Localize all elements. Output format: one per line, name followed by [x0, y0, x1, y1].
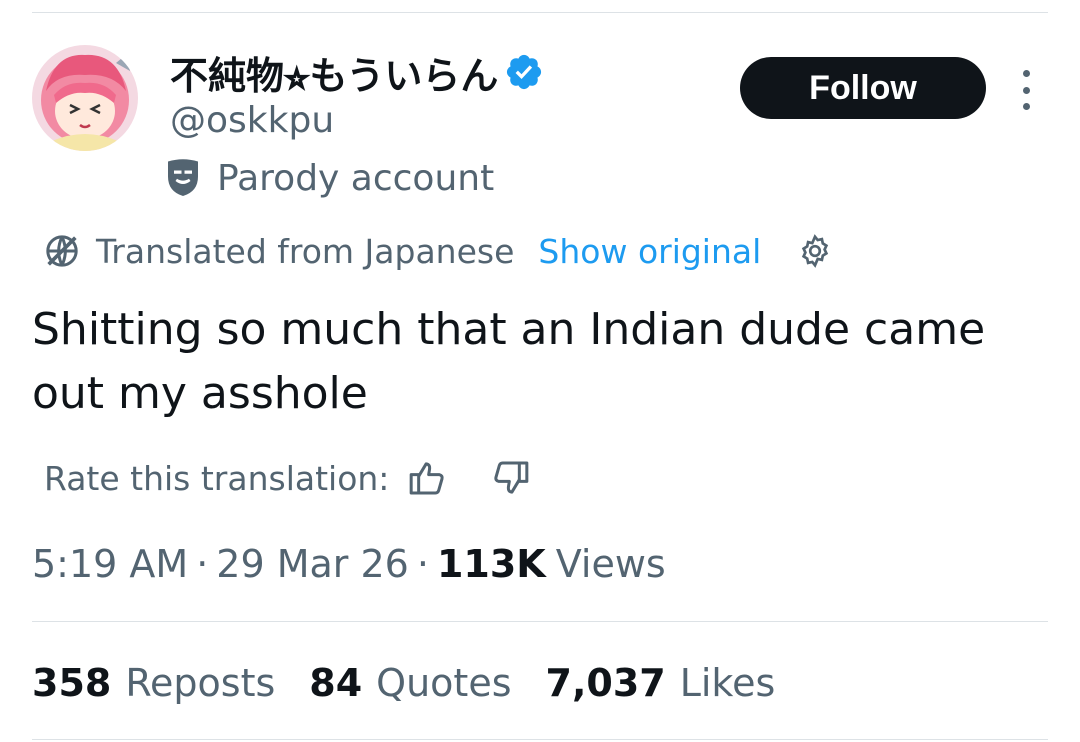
likes-label: Likes [679, 661, 776, 705]
avatar[interactable] [32, 45, 138, 151]
tweet-metadata: 5:19 AM · 29 Mar 26 · 113K Views [32, 538, 666, 590]
bottom-divider [32, 739, 1048, 740]
likes-count: 7,037 [545, 661, 666, 705]
author-handle[interactable]: @oskkpu [170, 100, 334, 141]
tweet-text: Shitting so much that an Indian dude cam… [32, 304, 986, 419]
engagement-stats: 358 Reposts 84 Quotes 7,037 Likes [32, 656, 809, 710]
quotes-label: Quotes [376, 661, 512, 705]
tweet-date[interactable]: 29 Mar 26 [216, 542, 409, 586]
meta-separator: · [196, 542, 209, 586]
thumbs-down-icon[interactable] [491, 458, 531, 498]
reposts-label: Reposts [125, 661, 276, 705]
reposts-stat[interactable]: 358 Reposts [32, 661, 275, 705]
quotes-count: 84 [309, 661, 363, 705]
parody-badge: Parody account [165, 152, 494, 204]
display-name-text[interactable]: 不純物⭐︎もういらん [170, 45, 498, 100]
stats-divider [32, 621, 1048, 622]
show-original-link[interactable]: Show original [538, 232, 761, 271]
views-label: Views [555, 542, 666, 586]
follow-button[interactable]: Follow [740, 57, 986, 119]
more-options-icon[interactable] [1014, 70, 1038, 110]
translation-notice: Translated from Japanese Show original [42, 225, 833, 277]
rate-translation: Rate this translation: [44, 452, 531, 504]
verified-badge-icon [507, 54, 542, 90]
globe-slash-icon [46, 235, 78, 267]
theater-mask-icon [168, 159, 198, 196]
thumbs-up-icon[interactable] [407, 458, 447, 498]
author-display-name[interactable]: 不純物⭐︎もういらん [170, 46, 544, 98]
tweet-time[interactable]: 5:19 AM [32, 542, 188, 586]
top-divider [32, 12, 1048, 13]
avatar-image [32, 45, 138, 151]
rate-translation-label: Rate this translation: [44, 458, 390, 498]
reposts-count: 358 [32, 661, 112, 705]
likes-stat[interactable]: 7,037 Likes [546, 661, 776, 705]
views-count: 113K [436, 542, 546, 586]
meta-separator: · [416, 542, 429, 586]
translated-from-label: Translated from Japanese [96, 231, 515, 271]
gear-icon[interactable] [797, 233, 833, 269]
quotes-stat[interactable]: 84 Quotes [309, 661, 511, 705]
parody-label: Parody account [217, 157, 495, 199]
